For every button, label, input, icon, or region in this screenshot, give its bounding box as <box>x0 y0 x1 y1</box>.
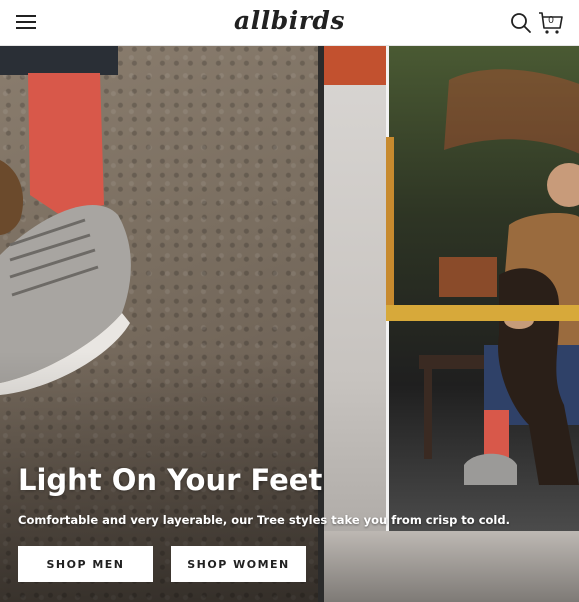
hero-banner: Light On Your Feet Comfortable and very … <box>0 45 579 602</box>
site-header: allbirds 0 <box>0 0 579 46</box>
shop-men-button[interactable]: SHOP MEN <box>18 546 153 582</box>
hero-title: Light On Your Feet <box>18 463 323 497</box>
shop-women-button[interactable]: SHOP WOMEN <box>171 546 306 582</box>
search-icon[interactable] <box>510 12 532 34</box>
hero-subtitle: Comfortable and very layerable, our Tree… <box>18 513 510 527</box>
storefront-photo <box>386 45 579 531</box>
cart-count-badge: 0 <box>548 15 554 26</box>
allbirds-logo[interactable]: allbirds <box>0 6 579 35</box>
storefront-illustration <box>419 69 579 485</box>
